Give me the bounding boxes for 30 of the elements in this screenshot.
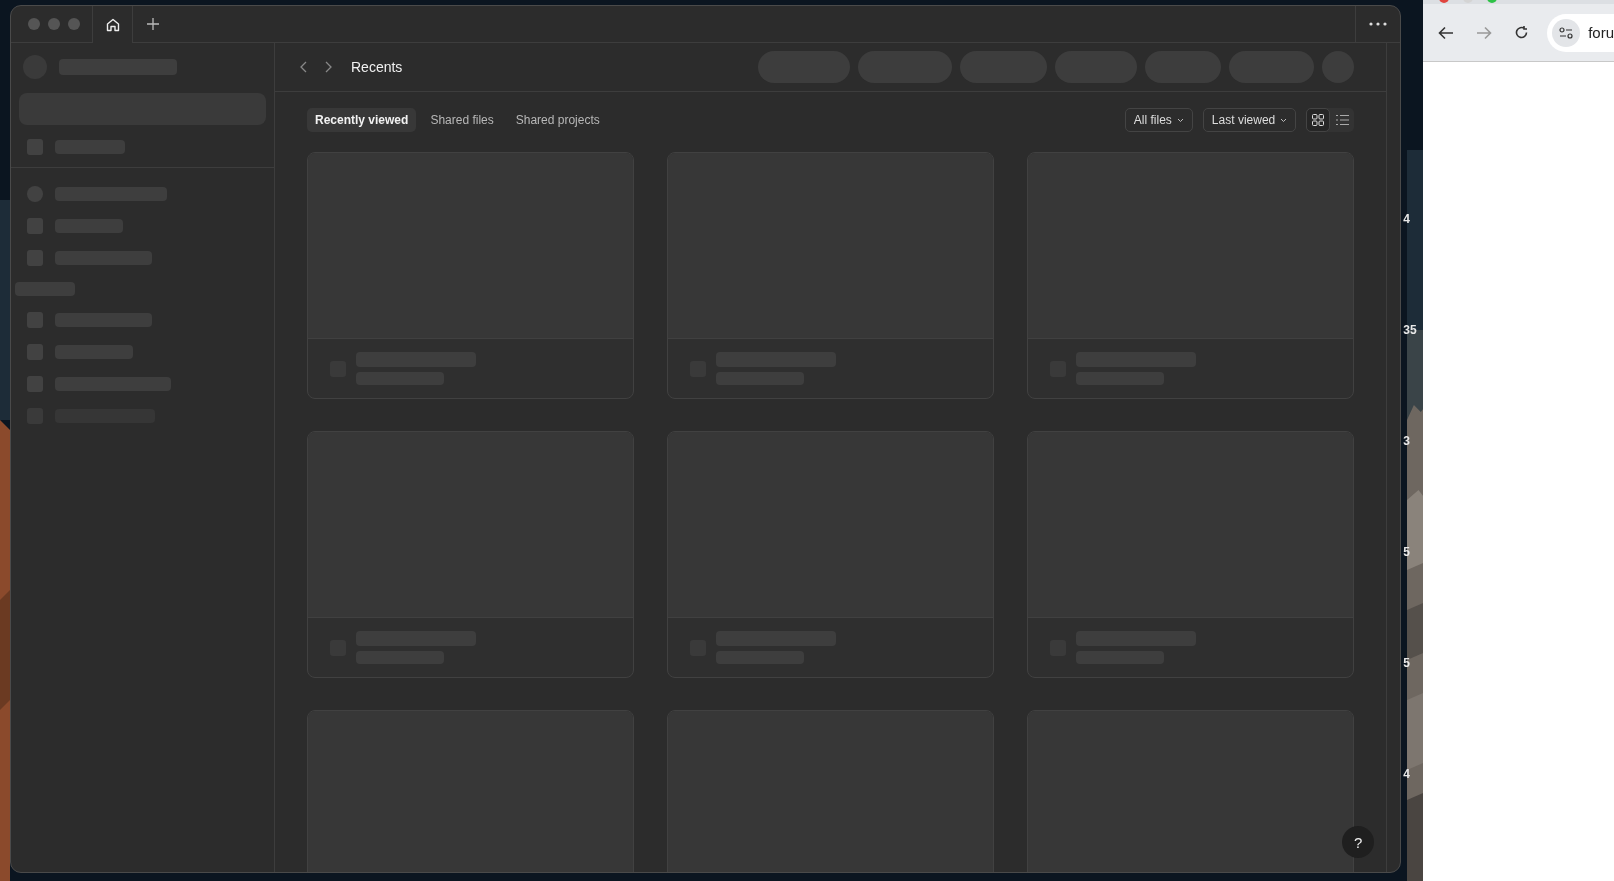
tab[interactable]: Shared files bbox=[422, 108, 502, 132]
widget-number: 35 bbox=[1402, 322, 1418, 339]
list-icon bbox=[1335, 114, 1349, 126]
widget-number: 3 bbox=[1402, 433, 1411, 450]
address-text: foru bbox=[1588, 24, 1614, 41]
site-settings-icon[interactable] bbox=[1552, 18, 1581, 47]
widget-number: 4 bbox=[1402, 766, 1411, 783]
more-icon bbox=[1369, 22, 1388, 26]
grid-view-button[interactable] bbox=[1306, 108, 1331, 132]
plus-icon bbox=[146, 17, 160, 31]
widget-number: 4 bbox=[1402, 211, 1411, 228]
back-arrow-icon[interactable] bbox=[1438, 25, 1455, 40]
forward-icon[interactable] bbox=[323, 61, 333, 73]
address-bar[interactable]: foru bbox=[1547, 13, 1614, 52]
home-tab[interactable] bbox=[92, 6, 133, 43]
home-icon bbox=[104, 16, 121, 33]
grid-icon bbox=[1312, 114, 1325, 126]
reload-icon[interactable] bbox=[1514, 25, 1530, 40]
forward-arrow-icon[interactable] bbox=[1476, 25, 1493, 40]
chevron-down-icon bbox=[1176, 117, 1184, 123]
tab[interactable]: Recently viewed bbox=[307, 108, 417, 132]
filter-dropdown[interactable]: Last viewed bbox=[1202, 108, 1297, 132]
widget-number: 5 bbox=[1402, 655, 1411, 672]
widget-number: 5 bbox=[1402, 544, 1411, 561]
tab[interactable]: Shared projects bbox=[507, 108, 608, 132]
filter-dropdown[interactable]: All files bbox=[1124, 108, 1193, 132]
page-title: Recents bbox=[351, 59, 403, 75]
help-button[interactable]: ? bbox=[1342, 826, 1375, 858]
back-icon[interactable] bbox=[299, 61, 309, 73]
chevron-down-icon bbox=[1280, 117, 1288, 123]
